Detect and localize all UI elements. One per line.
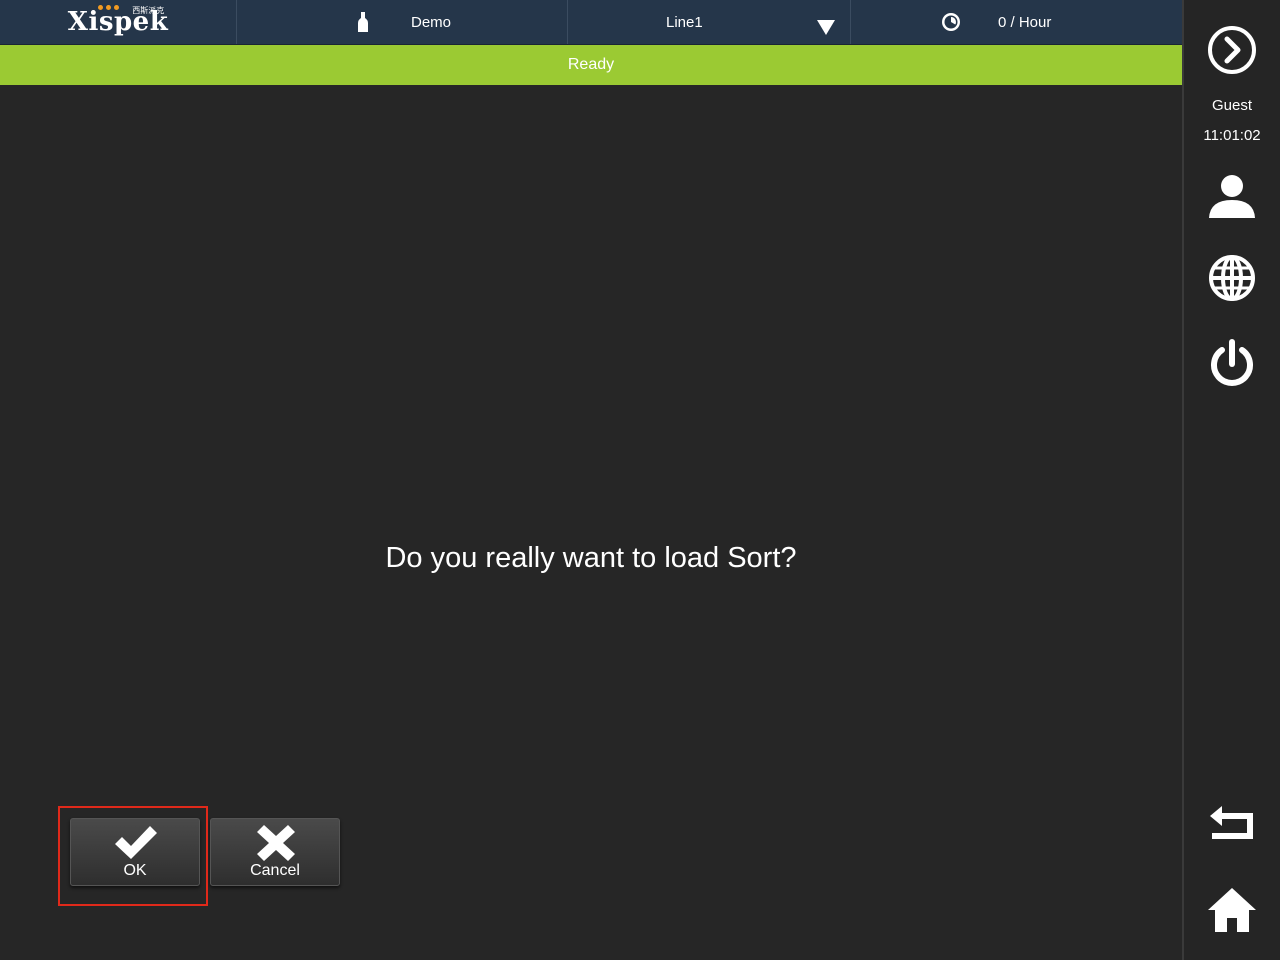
logo: Xispek 西斯派克 [0,0,237,44]
chevron-down-icon[interactable] [817,20,835,35]
sidebar: Guest 11:01:02 [1182,0,1280,960]
globe-icon[interactable] [1206,252,1258,304]
ok-button[interactable]: OK [70,818,200,886]
production-rate: 0 / Hour [851,0,1182,44]
clock-time: 11:01:02 [1203,127,1261,144]
cancel-label: Cancel [250,862,300,879]
user-icon[interactable] [1206,170,1258,222]
close-icon [257,825,295,861]
power-icon[interactable] [1206,338,1258,390]
user-name: Guest [1211,97,1253,114]
logo-subtext: 西斯派克 [132,6,165,15]
home-icon[interactable] [1206,884,1258,936]
ok-label: OK [123,862,147,879]
back-arrow-icon[interactable] [1206,800,1258,852]
rate-value: 0 / Hour [998,13,1052,31]
clock-icon [942,13,960,31]
recipe-selector[interactable]: Demo [237,0,568,44]
recipe-name: Demo [411,13,452,31]
checkmark-icon [115,826,157,859]
status-bar: Ready [0,45,1182,85]
confirm-message: Do you really want to load Sort? [385,542,797,574]
logo-dots [97,5,119,10]
top-bar: Xispek 西斯派克 Demo Line1 0 / Hour [0,0,1182,45]
status-text: Ready [567,56,615,73]
cancel-button[interactable]: Cancel [210,818,340,886]
arrow-right-circle-icon[interactable] [1206,24,1258,76]
bottle-icon [358,12,368,32]
line-name: Line1 [666,13,703,31]
line-selector[interactable]: Line1 [568,0,851,44]
